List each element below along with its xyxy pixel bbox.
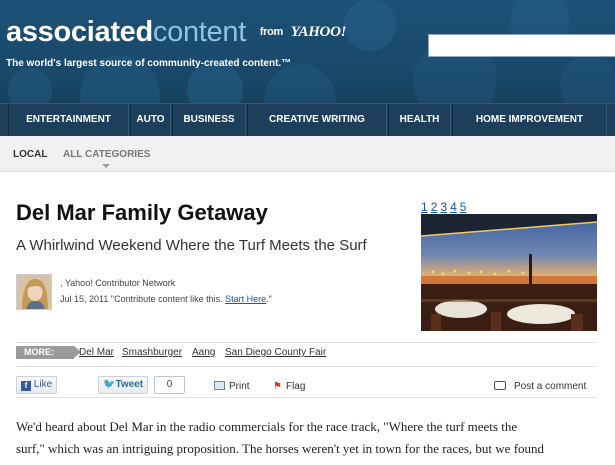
print-label: Print xyxy=(229,381,250,392)
author-photo xyxy=(17,275,51,309)
nav-item-creative-writing[interactable]: CREATIVE WRITING xyxy=(247,104,387,136)
article-body: We'd heard about Del Mar in the radio co… xyxy=(16,416,600,460)
article-paragraph-line: We'd heard about Del Mar in the radio co… xyxy=(16,419,518,434)
yahoo-logo: YAHOO! xyxy=(290,24,347,40)
facebook-like-button[interactable]: f Like xyxy=(16,376,57,394)
subnav-all-categories[interactable]: ALL CATEGORIES xyxy=(63,149,150,160)
logo-text-associated: associated xyxy=(6,16,153,48)
tweet-count: 0 xyxy=(154,376,185,394)
article-subtitle: A Whirlwind Weekend Where the Turf Meets… xyxy=(16,237,367,254)
sub-nav: LOCAL ALL CATEGORIES xyxy=(0,136,615,172)
tag-link[interactable]: Del Mar xyxy=(79,347,114,358)
more-label: MORE: xyxy=(16,346,81,359)
article-photo[interactable] xyxy=(421,214,597,331)
more-tags-row: MORE: Del Mar Smashburger Aang San Diego… xyxy=(16,342,596,359)
tag-link[interactable]: San Diego County Fair xyxy=(225,347,326,358)
comment-bubble-icon xyxy=(494,381,506,390)
article-title: Del Mar Family Getaway xyxy=(16,200,268,225)
photo-page-1[interactable]: 1 xyxy=(421,200,428,214)
logo-text-content: content xyxy=(152,16,246,48)
site-logo[interactable]: associatedcontent from YAHOO! xyxy=(6,18,346,47)
photo-page-4[interactable]: 4 xyxy=(450,200,457,214)
byline-network: , Yahoo! Contributor Network xyxy=(60,278,176,288)
start-here-link[interactable]: Start Here xyxy=(225,294,266,304)
site-tagline: The world's largest source of community-… xyxy=(6,58,292,69)
tag-link[interactable]: Smashburger xyxy=(122,347,182,358)
flag-button[interactable]: ⚑ Flag xyxy=(273,381,305,392)
logo-from: from xyxy=(259,26,284,38)
post-comment-label: Post a comment xyxy=(514,381,587,392)
tag-link[interactable]: Aang xyxy=(192,347,215,358)
tweet-label: Tweet xyxy=(115,379,144,390)
tweet-button[interactable]: 🐦Tweet xyxy=(98,376,148,394)
flag-label: Flag xyxy=(285,381,306,392)
photo-pager: 12345 xyxy=(421,200,469,214)
nav-item-health[interactable]: HEALTH xyxy=(388,104,451,136)
photo-page-3[interactable]: 3 xyxy=(440,200,447,214)
main-nav: ENTERTAINMENT AUTO BUSINESS CREATIVE WRI… xyxy=(0,103,615,136)
photo-page-5[interactable]: 5 xyxy=(460,200,467,214)
byline-date-text: Jul 15, 2011 "Contribute content like th… xyxy=(60,294,223,304)
nav-item-business[interactable]: BUSINESS xyxy=(172,104,246,136)
social-bar: f Like 🐦Tweet 0 Print ⚑ Flag Post a comme… xyxy=(16,366,596,398)
nav-item-home-improvement[interactable]: HOME IMPROVEMENT xyxy=(452,104,607,136)
like-label: Like xyxy=(33,379,53,390)
sunset-restaurant-photo xyxy=(421,214,597,331)
byline-date: Jul 15, 2011 "Contribute content like th… xyxy=(60,294,272,304)
photo-page-2[interactable]: 2 xyxy=(431,200,438,214)
search-input[interactable] xyxy=(428,34,615,57)
post-comment-button[interactable]: Post a comment xyxy=(494,381,586,392)
byline-end: ." xyxy=(266,294,272,304)
nav-item-auto[interactable]: AUTO xyxy=(130,104,171,136)
article-paragraph-line: surf," which was an intriguing propositi… xyxy=(16,441,545,456)
author-avatar[interactable] xyxy=(16,274,52,310)
chevron-down-icon xyxy=(102,164,110,168)
site-header: associatedcontent from YAHOO! The world'… xyxy=(0,0,615,103)
subnav-local[interactable]: LOCAL xyxy=(13,149,47,160)
print-button[interactable]: Print xyxy=(214,381,250,392)
nav-item-entertainment[interactable]: ENTERTAINMENT xyxy=(8,104,129,136)
printer-icon xyxy=(214,381,225,390)
twitter-bird-icon: 🐦 xyxy=(103,379,116,390)
flag-icon: ⚑ xyxy=(273,381,282,392)
facebook-icon: f xyxy=(21,381,31,391)
